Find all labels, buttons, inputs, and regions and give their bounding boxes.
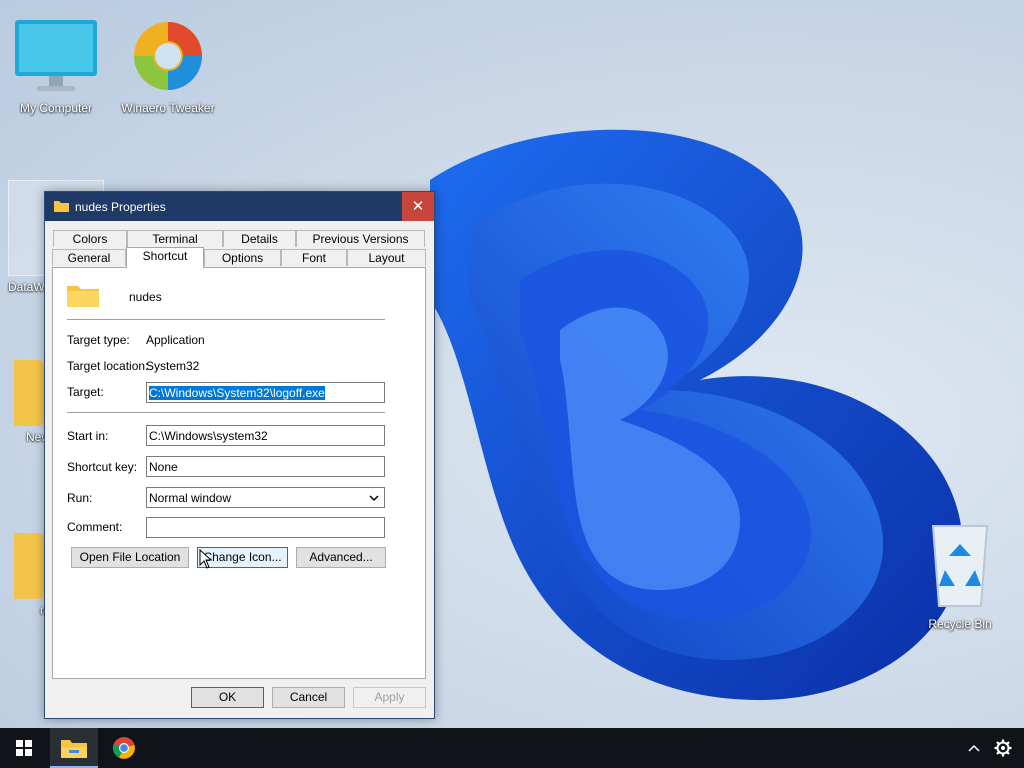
button-label: Open File Location [79, 550, 181, 564]
desktop-icon-label: My Computer [19, 101, 93, 115]
chrome-icon [112, 737, 135, 759]
properties-dialog: nudes Properties ✕ Colors Terminal Detai… [44, 191, 435, 719]
run-label: Run: [67, 491, 93, 505]
file-explorer-button[interactable] [50, 728, 98, 768]
ok-button[interactable]: OK [191, 687, 264, 708]
chevron-down-icon [369, 495, 379, 501]
tab-options[interactable]: Options [204, 249, 281, 266]
tab-label: Options [221, 251, 264, 265]
start-in-label: Start in: [67, 429, 109, 443]
folder-icon [14, 360, 44, 426]
button-label: Apply [374, 690, 405, 704]
desktop-icon-label: Recycle Bin [928, 617, 992, 631]
tab-label: Colors [72, 232, 108, 246]
button-label: Advanced... [309, 550, 373, 564]
desktop-icon-recycle-bin[interactable]: Recycle Bin [905, 520, 1015, 631]
close-button[interactable]: ✕ [402, 192, 434, 221]
tab-details[interactable]: Details [223, 230, 296, 247]
button-label: OK [218, 690, 237, 704]
start-icon [16, 740, 32, 756]
folder-icon [67, 286, 99, 307]
tab-label: Layout [368, 251, 405, 265]
chrome-button[interactable] [100, 728, 148, 768]
target-location-label: Target location: [67, 359, 149, 373]
open-file-location-button[interactable]: Open File Location [71, 547, 189, 568]
window-title: nudes Properties [75, 200, 166, 214]
desktop-icon-new[interactable]: New [0, 360, 50, 444]
gear-icon[interactable] [994, 739, 1012, 757]
comment-label: Comment: [67, 520, 123, 534]
title-bar[interactable]: nudes Properties ✕ [45, 192, 434, 221]
advanced-button[interactable]: Advanced... [296, 547, 386, 568]
tab-shortcut[interactable]: Shortcut [126, 247, 204, 268]
button-label: Cancel [289, 690, 328, 704]
file-explorer-icon [61, 740, 87, 758]
desktop-icon-n[interactable]: n [0, 533, 50, 617]
apply-button[interactable]: Apply [353, 687, 426, 708]
monitor-icon [15, 20, 97, 91]
target-input-value: C:\Windows\System32\logoff.exe [149, 386, 325, 400]
shortcut-key-input[interactable]: None [146, 456, 385, 477]
target-input[interactable]: C:\Windows\System32\logoff.exe [146, 382, 385, 403]
tab-general[interactable]: General [52, 249, 126, 266]
target-label: Target: [67, 385, 104, 399]
winaero-tweaker-icon [134, 22, 202, 90]
mouse-cursor-icon [199, 549, 213, 569]
tab-colors[interactable]: Colors [53, 230, 127, 247]
tab-label: Details [241, 232, 278, 246]
run-value: Normal window [149, 491, 232, 505]
separator [67, 412, 385, 413]
taskbar [0, 728, 1024, 768]
recycle-bin-icon [931, 525, 989, 607]
tab-label: Shortcut [142, 249, 188, 263]
tab-label: Previous Versions [312, 232, 409, 246]
folder-icon [14, 533, 44, 599]
separator [67, 319, 385, 320]
tab-label: General [67, 251, 111, 265]
shortcut-name: nudes [129, 290, 162, 304]
folder-icon [54, 201, 69, 212]
target-type-label: Target type: [67, 333, 130, 347]
shortcut-panel: nudes Target type: Application Target lo… [52, 267, 426, 679]
desktop-icon-winaero-tweaker[interactable]: Winaero Tweaker [113, 18, 223, 115]
start-in-input[interactable]: C:\Windows\system32 [146, 425, 385, 446]
desktop-icon-label: Winaero Tweaker [121, 101, 215, 115]
comment-input[interactable] [146, 517, 385, 538]
button-label: Change Icon... [203, 550, 282, 564]
cancel-button[interactable]: Cancel [272, 687, 345, 708]
tab-label: Font [301, 251, 326, 265]
target-location-value: System32 [146, 359, 200, 373]
tab-previous-versions[interactable]: Previous Versions [296, 230, 425, 247]
start-in-value: C:\Windows\system32 [149, 429, 268, 443]
chevron-up-icon[interactable] [968, 744, 980, 752]
start-button[interactable] [0, 728, 48, 768]
run-select[interactable]: Normal window [146, 487, 385, 508]
shortcut-key-label: Shortcut key: [67, 460, 138, 474]
tab-font[interactable]: Font [281, 249, 347, 266]
shortcut-key-value: None [149, 460, 178, 474]
tab-layout[interactable]: Layout [347, 249, 426, 266]
close-icon: ✕ [411, 198, 425, 215]
tab-terminal[interactable]: Terminal [127, 230, 223, 247]
desktop-icon-my-computer[interactable]: My Computer [1, 18, 111, 115]
target-type-value: Application [146, 333, 205, 347]
tab-label: Terminal [152, 232, 198, 246]
